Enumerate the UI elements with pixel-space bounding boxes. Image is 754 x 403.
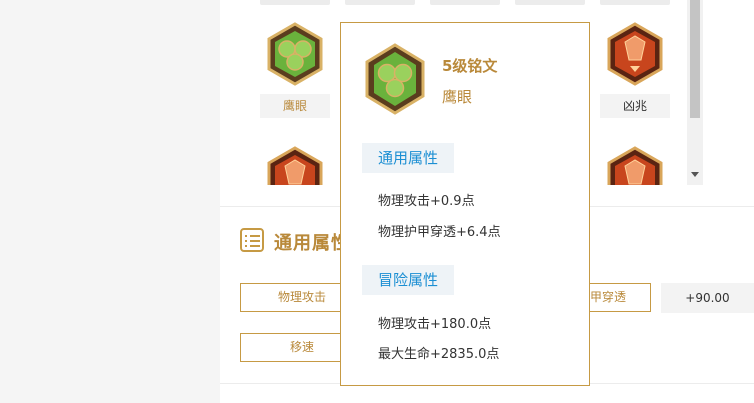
rune-card-omen[interactable]: 凶兆 bbox=[600, 22, 670, 118]
rune-tooltip: 5级铭文 鹰眼 通用属性 物理攻击+0.9点 物理护甲穿透+6.4点 冒险属性 … bbox=[340, 22, 590, 386]
rune-card-eagle-eye[interactable]: 鹰眼 bbox=[260, 22, 330, 118]
eagle-eye-rune-icon bbox=[267, 22, 323, 86]
attr-button-armor-pen[interactable]: 甲穿透 bbox=[580, 283, 651, 312]
scroll-thumb[interactable] bbox=[690, 0, 700, 118]
tooltip-stat: 物理攻击+0.9点 bbox=[378, 194, 475, 209]
left-gutter bbox=[0, 0, 220, 403]
tooltip-level: 5级铭文 bbox=[442, 57, 498, 75]
tooltip-stat: 最大生命+2835.0点 bbox=[378, 347, 500, 362]
app-root: 鹰眼 凶兆 通用属性 物理攻击 甲穿透 +90.00 移速 5级铭文 鹰眼 通用… bbox=[0, 0, 754, 403]
eagle-eye-rune-icon bbox=[365, 43, 425, 115]
attr-value: +90.00 bbox=[661, 283, 754, 313]
rune-card[interactable] bbox=[600, 146, 670, 185]
tooltip-rune-name: 鹰眼 bbox=[442, 88, 473, 106]
rune-label: 凶兆 bbox=[600, 94, 670, 118]
rune-tile-cut bbox=[345, 0, 415, 5]
rune-tile-cut bbox=[600, 0, 670, 5]
rune-label: 鹰眼 bbox=[260, 94, 330, 118]
rune-card[interactable] bbox=[260, 146, 330, 185]
tooltip-stat: 物理护甲穿透+6.4点 bbox=[378, 225, 501, 240]
tooltip-adventure-heading: 冒险属性 bbox=[362, 265, 455, 295]
tooltip-stat: 物理攻击+180.0点 bbox=[378, 317, 492, 332]
rune-tile-cut bbox=[260, 0, 330, 5]
rune-tile-cut bbox=[515, 0, 585, 5]
tooltip-general-heading: 通用属性 bbox=[362, 143, 455, 173]
list-icon bbox=[240, 228, 264, 252]
omen-rune-icon bbox=[607, 22, 663, 86]
section-title: 通用属性 bbox=[274, 233, 350, 254]
red-rune-icon bbox=[267, 146, 323, 185]
scroll-down-arrow-icon[interactable] bbox=[691, 172, 699, 177]
red-rune-icon bbox=[607, 146, 663, 185]
rune-tile-cut bbox=[430, 0, 500, 5]
rune-grid-scrollbar[interactable] bbox=[687, 0, 703, 185]
